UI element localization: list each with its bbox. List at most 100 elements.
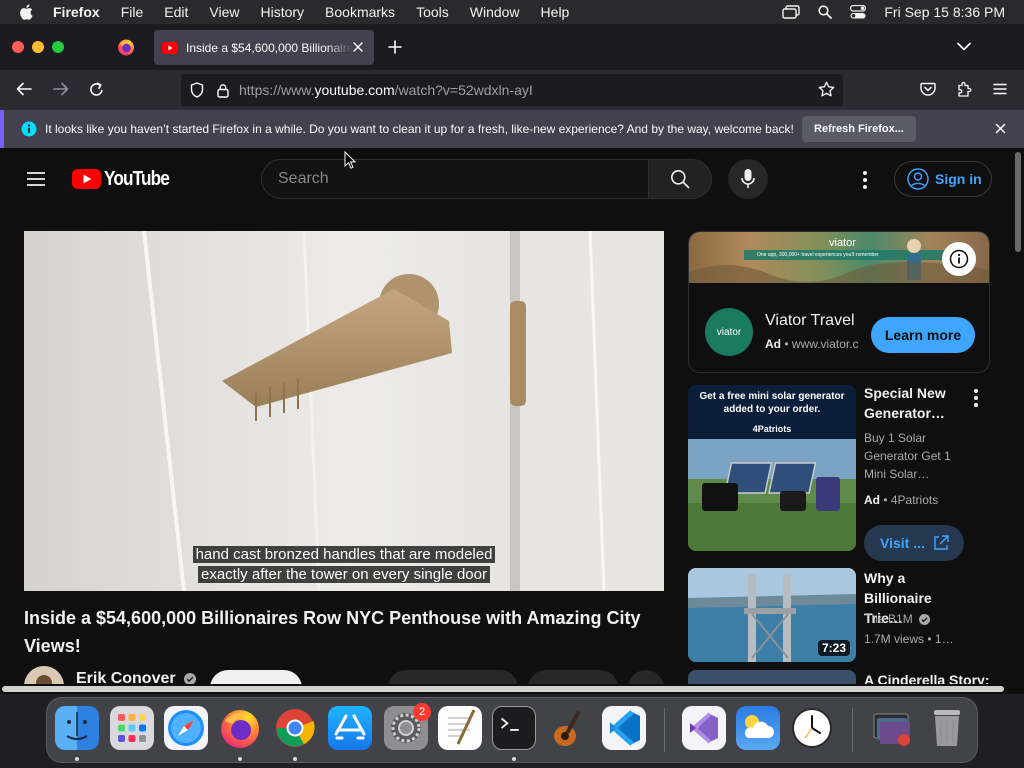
finder-icon[interactable] [55,706,99,750]
vscode-icon[interactable] [602,706,646,750]
guide-menu-icon[interactable] [26,171,46,187]
youtube-favicon-icon [162,41,178,54]
like-dislike-buttons[interactable] [388,670,518,684]
terminal-running-indicator [512,757,516,761]
list-all-tabs-chevron-icon[interactable] [957,42,971,51]
menu-help[interactable]: Help [541,4,570,20]
horizontal-scroll-thumb[interactable] [2,686,1004,692]
clock-icon[interactable] [790,706,834,750]
youtube-page: YouTube Search Sign in hand cast bronzed… [0,148,1012,684]
video-thumbnail[interactable] [688,670,856,684]
apple-menu-icon[interactable] [19,4,35,20]
youtube-play-logo-icon [72,169,101,189]
minimize-window-button[interactable] [32,41,44,53]
bookmark-star-icon[interactable] [818,81,835,98]
voice-search-button[interactable] [728,159,768,199]
sidebar-video-b1m[interactable]: 7:23 Why a Billionaire Trie… The B1M 1.7… [688,568,998,664]
spotlight-search-icon[interactable] [818,5,833,19]
vertical-scroll-thumb[interactable] [1015,152,1021,252]
menu-history[interactable]: History [260,4,304,20]
url-text[interactable]: https://www.youtube.com/watch?v=52wdxln-… [239,82,533,98]
channel-avatar[interactable] [24,666,64,684]
garageband-icon[interactable] [547,706,591,750]
video-frame-image [24,231,664,591]
search-placeholder: Search [278,170,329,187]
horizontal-scrollbar[interactable] [0,684,1012,694]
back-arrow-icon[interactable] [16,82,32,96]
weather-icon[interactable] [736,706,780,750]
ad-label: Ad • www.viator.c [765,337,859,351]
menu-bookmarks[interactable]: Bookmarks [325,4,395,20]
refresh-firefox-button[interactable]: Refresh Firefox... [802,116,916,142]
system-settings-icon[interactable]: 2 [384,703,431,750]
address-bar[interactable]: https://www.youtube.com/watch?v=52wdxln-… [181,74,843,106]
menu-file[interactable]: File [121,4,144,20]
menu-tools[interactable]: Tools [416,4,449,20]
safari-icon[interactable] [164,706,208,750]
dock-separator [664,708,665,752]
firefox-dock-icon[interactable] [218,706,262,750]
search-button[interactable] [648,159,712,199]
menu-edit[interactable]: Edit [164,4,188,20]
more-actions-button[interactable] [628,670,664,684]
more-options-icon[interactable] [863,171,867,189]
ad-info-icon[interactable] [942,242,976,276]
lock-icon[interactable] [217,83,229,98]
sidebar-item-title[interactable]: A Cinderella Story: [864,670,994,684]
hamburger-menu-icon[interactable] [993,83,1007,95]
info-icon [21,121,37,137]
chrome-running-indicator [293,757,297,761]
new-tab-icon[interactable] [388,40,402,54]
caption-line-2: exactly after the tower on every single … [24,566,664,583]
ad-thumbnail-text: Get a free mini solar generator added to… [699,391,845,415]
chrome-icon[interactable] [273,706,317,750]
app-store-icon[interactable] [328,706,372,750]
item-menu-icon[interactable] [968,389,984,407]
firefox-view-icon[interactable] [117,38,135,56]
screen-mirroring-icon[interactable] [782,5,801,19]
textedit-icon[interactable] [438,706,482,750]
ad-thumbnail[interactable]: Get a free mini solar generator added to… [688,385,856,551]
menubar-clock[interactable]: Fri Sep 15 8:36 PM [884,4,1005,20]
forward-arrow-icon[interactable] [53,82,69,96]
account-circle-icon [907,168,929,190]
close-tab-icon[interactable] [352,41,364,53]
sidebar-item-channel[interactable]: The B1M [864,610,984,628]
tracking-protection-shield-icon[interactable] [190,82,204,98]
sidebar-ad-4patriots[interactable]: Get a free mini solar generator added to… [688,383,998,561]
search-input[interactable]: Search [261,159,649,199]
tab-youtube-video[interactable]: Inside a $54,600,000 Billionaire [154,30,374,65]
visit-site-button[interactable]: Visit ... [864,525,964,561]
menu-view[interactable]: View [209,4,239,20]
menu-app-firefox[interactable]: Firefox [53,4,100,20]
close-window-button[interactable] [12,41,24,53]
terminal-icon[interactable] [492,706,536,750]
ad-card-viator[interactable]: viator One app, 300,000+ travel experien… [688,231,990,373]
vertical-scrollbar[interactable] [1012,148,1024,684]
ad-banner-brand: viator [829,237,856,249]
extensions-puzzle-icon[interactable] [956,81,972,98]
share-button[interactable] [528,670,618,684]
video-player[interactable]: hand cast bronzed handles that are model… [24,231,664,591]
visual-studio-icon[interactable] [682,706,726,750]
ad-banner-tagline: One app, 300,000+ travel experiences you… [757,252,879,258]
video-duration: 7:23 [817,640,850,656]
channel-name[interactable]: Erik Conover [76,670,197,684]
zoom-window-button[interactable] [52,41,64,53]
youtube-logo[interactable]: YouTube [72,168,180,190]
close-notification-icon[interactable] [995,123,1006,134]
menu-window[interactable]: Window [470,4,520,20]
pocket-icon[interactable] [920,81,936,97]
verified-check-icon [184,672,197,684]
sidebar-item-title[interactable]: Special New Generator… [864,383,974,423]
subscribe-button[interactable] [210,670,302,684]
reload-icon[interactable] [89,82,104,97]
video-thumbnail[interactable]: 7:23 [688,568,856,662]
sign-in-button[interactable]: Sign in [894,161,992,197]
trash-icon[interactable] [925,706,969,750]
sidebar-video-cinderella[interactable]: A Cinderella Story: [688,670,998,684]
control-center-icon[interactable] [850,5,867,19]
screenshots-stack-icon[interactable] [870,706,914,750]
launchpad-icon[interactable] [110,706,154,750]
learn-more-button[interactable]: Learn more [871,317,975,353]
